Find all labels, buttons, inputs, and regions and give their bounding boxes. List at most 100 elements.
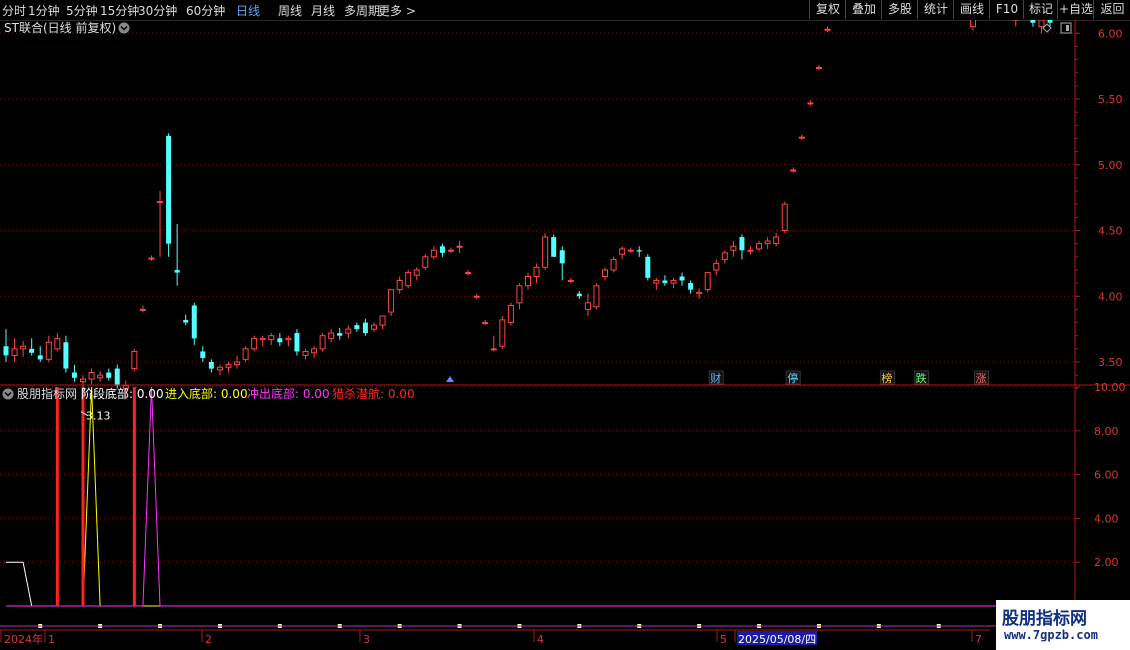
candle-body-down [71,372,77,378]
candle-body-down [551,237,557,257]
candle-body-up [396,279,403,291]
candle-body-down [63,342,69,369]
period-tab-0[interactable]: 分时 [2,2,26,19]
time-label-0: 2024年 [4,632,43,646]
period-tab-2[interactable]: 5分钟 [66,2,98,19]
main-chart-title: ST联合(日线 前复权) [4,20,116,35]
candle-body-down [645,256,651,278]
candle-body-up [1038,20,1045,28]
candle-body-up [790,169,797,172]
candle-body-up [507,304,514,324]
candle-body-up [447,249,454,252]
candle-body-down [183,319,189,323]
period-tab-7[interactable]: 周线 [278,2,302,19]
indicator-value-1: 进入底部: 0.00 [165,386,248,401]
period-tab-6[interactable]: 日线 [236,2,260,19]
time-label-4: 4 [537,633,544,646]
period-tab-8[interactable]: 月线 [311,2,335,19]
candle-body-up [610,258,617,271]
toolbar-button-2[interactable]: 多股 [881,0,918,19]
event-marker-2: 榜 [881,371,892,385]
candle-body-up [225,364,232,368]
watermark-url: www.7gpzb.com [1004,628,1098,642]
candle-body-down [1030,20,1036,23]
candle-body-down [559,250,565,264]
toolbar-button-4[interactable]: 画线 [953,0,990,19]
grid-layer [0,32,1074,563]
candle-body-down [37,355,43,360]
toolbar-button-1[interactable]: 叠加 [845,0,882,19]
toolbar-button-7[interactable]: +自选 [1057,0,1094,19]
candle-body-up [490,348,497,351]
candle-body-up [88,372,95,380]
main-tick-label: 6.00 [1098,27,1123,40]
candle-body-up [405,272,412,287]
candle-body-down [200,351,206,359]
candle-body-up [807,102,814,105]
candle-body-up [430,249,437,258]
period-tab-10[interactable]: 更多 > [378,2,416,19]
chart-area: 3.504.004.505.005.506.006.507.007.508.00… [0,20,1130,646]
toolbar-button-3[interactable]: 统计 [917,0,954,19]
candle-body-down [362,322,368,334]
candle-body-up [216,366,223,371]
candle-body-up [721,252,728,260]
candle-body-down [1047,20,1053,23]
indicator-tick-label: 8.00 [1094,425,1119,438]
candle-body-down [29,348,35,353]
candle-body-up [747,249,754,252]
candle-body-up [473,295,480,298]
candle-body-up [157,201,164,204]
candle-body-down [166,135,172,244]
candle-body-down [662,280,668,284]
candle-body-up [704,272,711,291]
low-price-label: 3.13 [86,410,111,423]
candle-body-up [533,266,540,278]
candle-body-down [739,237,745,251]
candle-body-down [636,250,642,252]
candle-body-down [294,333,300,352]
indicator-line-0 [6,561,1102,607]
candle-body-up [148,257,155,260]
candle-body-up [259,337,266,341]
candle-body-up [345,328,352,334]
indicator-value-3: 猎杀潜航: 0.00 [332,386,415,401]
candles-layer [3,20,1053,411]
candle-body-up [251,337,258,350]
toolbar-button-5[interactable]: F10 [989,0,1024,19]
period-tab-5[interactable]: 60分钟 [186,2,225,19]
period-tab-4[interactable]: 30分钟 [138,2,177,19]
candle-body-up [234,361,241,366]
event-marker-1: 停 [787,371,798,385]
candle-body-up [499,319,506,347]
candle-body-up [45,341,52,360]
candle-body-down [439,246,445,253]
period-tab-1[interactable]: 1分钟 [28,2,60,19]
toolbar-button-6[interactable]: 标记 [1023,0,1058,19]
candle-body-up [311,348,318,354]
candle-body-up [456,245,463,248]
indicator-line-2 [6,386,1102,607]
candle-body-up [242,348,249,360]
candle-body-up [11,348,18,356]
candle-body-up [285,337,292,341]
time-label-5: 5 [720,633,727,646]
candle-body-down [191,305,197,339]
candle-body-up [764,240,771,245]
toolbar-button-8[interactable]: 返回 [1093,0,1130,19]
panel-toggle-icon-fill [1066,25,1069,31]
candle-body-up [139,308,146,311]
period-tab-3[interactable]: 15分钟 [100,2,139,19]
candle-body-up [370,324,377,330]
signal-arrow-icon [446,376,454,382]
indicator-tick-label: 4.00 [1094,512,1119,525]
toolbar-button-0[interactable]: 复权 [809,0,846,19]
candle-body-up [584,302,591,310]
main-tick-label: 3.50 [1098,356,1123,369]
candle-body-up [465,272,472,275]
period-tab-9[interactable]: 多周期 [344,2,380,19]
candle-body-down [688,283,694,290]
indicator-tick-label: 6.00 [1094,469,1119,482]
candle-body-up [798,136,805,139]
candle-body-up [781,203,788,231]
